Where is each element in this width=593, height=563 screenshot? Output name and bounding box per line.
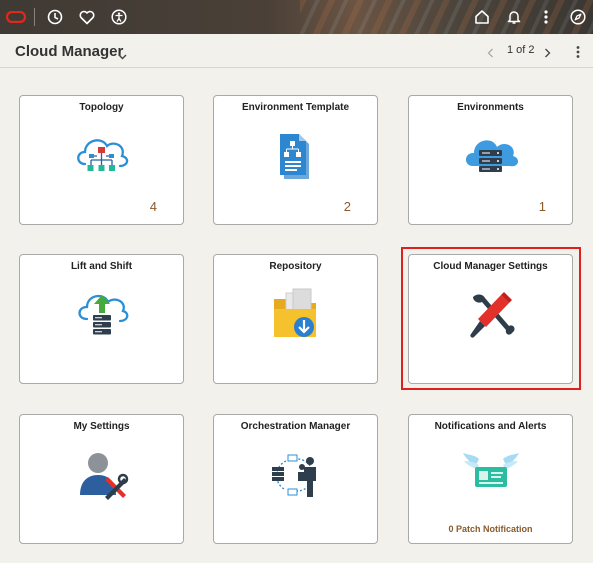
notifications-icon[interactable] xyxy=(503,6,525,28)
tile-title: Topology xyxy=(79,102,124,113)
actions-icon[interactable] xyxy=(535,6,557,28)
tile-title: Notifications and Alerts xyxy=(434,421,547,432)
folder-download-icon xyxy=(214,285,377,345)
page-header: Cloud Manager 1 of 2 xyxy=(0,34,593,68)
notification-ticket-icon xyxy=(409,445,572,505)
navigator-icon[interactable] xyxy=(567,6,589,28)
tile-notifications-and-alerts[interactable]: Notifications and Alerts 0 Patch Notific… xyxy=(408,414,573,544)
tile-environment-template[interactable]: Environment Template 2 xyxy=(213,95,378,225)
next-page-icon[interactable] xyxy=(544,45,551,63)
tile-count: 4 xyxy=(149,199,157,214)
more-options-icon[interactable] xyxy=(575,45,581,64)
cloud-server-icon xyxy=(409,126,572,186)
home-icon[interactable] xyxy=(471,6,493,28)
pager-text: 1 of 2 xyxy=(507,44,535,56)
user-settings-icon xyxy=(20,445,183,505)
tile-title: My Settings xyxy=(73,421,130,432)
tile-orchestration-manager[interactable]: Orchestration Manager xyxy=(213,414,378,544)
tile-title: Repository xyxy=(269,261,322,272)
page-title[interactable]: Cloud Manager xyxy=(15,43,123,60)
tile-count: 1 xyxy=(538,199,546,214)
tile-title: Environment Template xyxy=(241,102,350,113)
history-icon[interactable] xyxy=(44,6,66,28)
tile-title: Environments xyxy=(457,102,524,113)
tile-title: Lift and Shift xyxy=(70,261,133,272)
selection-highlight xyxy=(401,247,581,390)
tile-topology[interactable]: Topology 4 xyxy=(19,95,184,225)
top-banner xyxy=(0,0,593,34)
tile-repository[interactable]: Repository xyxy=(213,254,378,384)
favorites-icon[interactable] xyxy=(76,6,98,28)
tile-footer: 0 Patch Notification xyxy=(448,524,533,534)
divider xyxy=(34,8,35,26)
tile-count: 2 xyxy=(343,199,351,214)
oracle-logo-icon[interactable] xyxy=(5,6,27,28)
tile-title: Orchestration Manager xyxy=(240,421,351,432)
accessibility-icon[interactable] xyxy=(108,6,130,28)
cloud-upload-icon xyxy=(20,285,183,345)
tile-environments[interactable]: Environments 1 xyxy=(408,95,573,225)
topology-icon xyxy=(20,126,183,186)
previous-page-icon[interactable] xyxy=(487,45,494,63)
orchestration-icon xyxy=(214,445,377,505)
tile-my-settings[interactable]: My Settings xyxy=(19,414,184,544)
chevron-down-icon[interactable] xyxy=(118,47,127,65)
document-icon xyxy=(214,126,377,186)
tile-lift-and-shift[interactable]: Lift and Shift xyxy=(19,254,184,384)
